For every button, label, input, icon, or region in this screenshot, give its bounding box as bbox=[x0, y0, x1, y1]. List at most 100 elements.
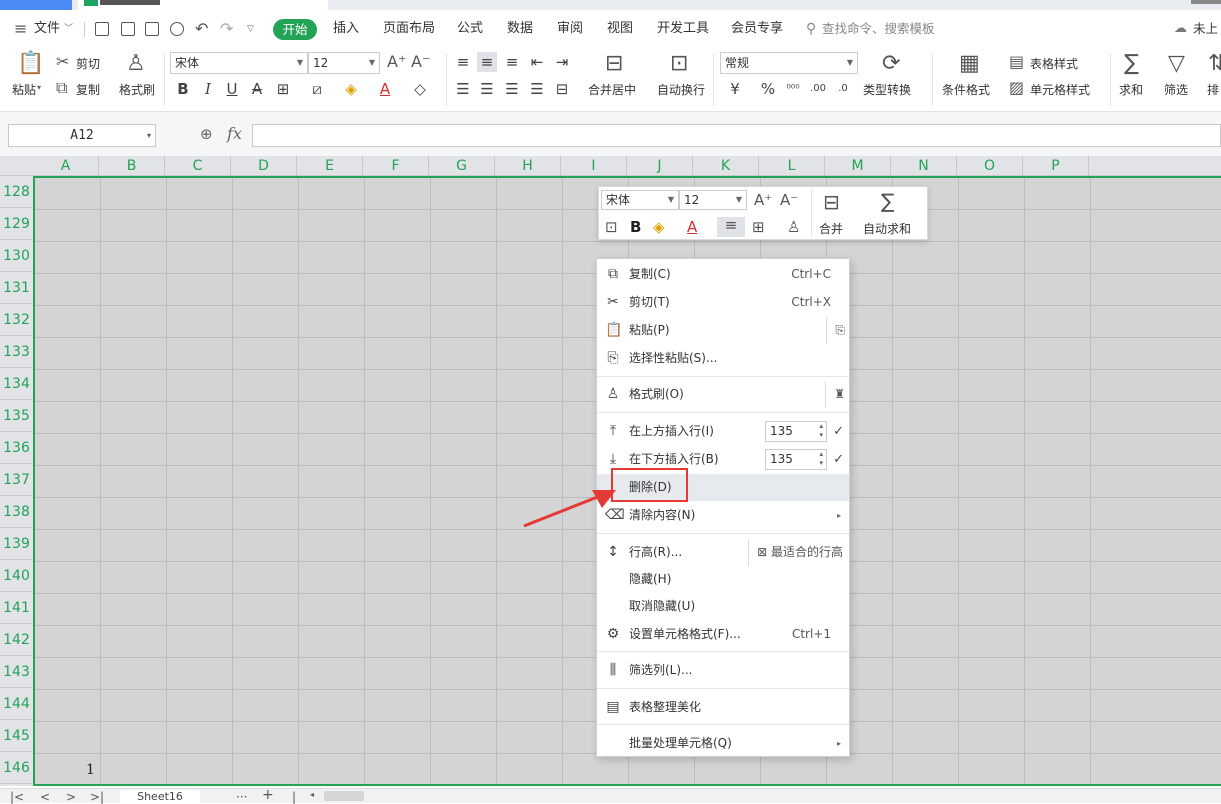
bold-icon[interactable]: B bbox=[630, 219, 641, 235]
first-sheet-icon[interactable]: |< bbox=[10, 790, 24, 804]
align-middle-icon[interactable]: ≡ bbox=[717, 217, 745, 237]
row-header-141[interactable]: 141 bbox=[0, 592, 33, 624]
cell-a146-value[interactable]: 1 bbox=[86, 762, 95, 778]
tab-insert[interactable]: 插入 bbox=[333, 10, 359, 48]
row-header-142[interactable]: 142 bbox=[0, 624, 33, 656]
column-header-a[interactable]: A bbox=[33, 156, 99, 176]
table-style-button[interactable]: 表格样式 bbox=[1030, 55, 1078, 72]
column-header-c[interactable]: C bbox=[165, 156, 231, 176]
row-header-128[interactable]: 128 bbox=[0, 176, 33, 208]
align-left-icon[interactable]: ☰ bbox=[453, 79, 473, 99]
paste-icon[interactable]: 📋 bbox=[17, 53, 44, 75]
row-header-132[interactable]: 132 bbox=[0, 304, 33, 336]
quick-access-more-icon[interactable]: ▽ bbox=[247, 10, 254, 48]
add-sheet-icon[interactable]: + bbox=[262, 787, 274, 803]
menu-item-hide[interactable]: 隐藏(H) bbox=[597, 566, 849, 593]
cut-button[interactable]: 剪切 bbox=[76, 55, 100, 72]
next-sheet-icon[interactable]: > bbox=[66, 790, 76, 804]
filter-icon[interactable]: ▽ bbox=[1168, 53, 1185, 75]
justify-icon[interactable]: ☰ bbox=[527, 79, 547, 99]
chevron-down-icon[interactable]: ▾ bbox=[37, 83, 41, 92]
row-header-136[interactable]: 136 bbox=[0, 432, 33, 464]
more-sheets-icon[interactable]: ··· bbox=[236, 790, 247, 804]
format-painter-button[interactable]: 格式刷 bbox=[119, 81, 155, 98]
font-color-icon[interactable]: A bbox=[687, 219, 697, 235]
wrap-text-icon[interactable]: ⊡ bbox=[605, 219, 618, 235]
row-header-129[interactable]: 129 bbox=[0, 208, 33, 240]
format-painter-lock-icon[interactable]: ♜ bbox=[825, 381, 845, 408]
column-header-n[interactable]: N bbox=[891, 156, 957, 176]
undo-icon[interactable]: ↶ bbox=[195, 10, 208, 48]
font-size-select[interactable]: 12 ▼ bbox=[308, 52, 380, 74]
increase-font-icon[interactable]: A⁺ bbox=[387, 54, 406, 70]
sort-button[interactable]: 排 bbox=[1207, 81, 1219, 98]
eraser-icon[interactable]: ◇ bbox=[410, 79, 430, 99]
italic-icon[interactable]: I bbox=[198, 79, 218, 99]
paste-options-icon[interactable]: ⎘ bbox=[826, 317, 845, 344]
menu-item-beautify-table[interactable]: ▤ 表格整理美化 bbox=[597, 694, 849, 721]
tab-membership[interactable]: 会员专享 bbox=[731, 10, 783, 48]
table-style-icon[interactable]: ▤ bbox=[1009, 54, 1024, 70]
sort-icon[interactable]: ⇅ bbox=[1208, 53, 1221, 75]
cell-style-icon[interactable]: ⧄ bbox=[307, 79, 327, 99]
sum-button[interactable]: 求和 bbox=[1119, 81, 1143, 98]
row-header-130[interactable]: 130 bbox=[0, 240, 33, 272]
column-header-m[interactable]: M bbox=[825, 156, 891, 176]
column-header-e[interactable]: E bbox=[297, 156, 363, 176]
tab-page-layout[interactable]: 页面布局 bbox=[383, 10, 435, 48]
tab-view[interactable]: 视图 bbox=[607, 10, 633, 48]
wrap-text-icon[interactable]: ⊡ bbox=[670, 53, 688, 75]
scissors-icon[interactable]: ✂ bbox=[56, 54, 69, 70]
menu-item-format-painter[interactable]: ♙ 格式刷(O) ♜ bbox=[597, 381, 849, 408]
column-header-p[interactable]: P bbox=[1023, 156, 1089, 176]
border-icon[interactable]: ⊞ bbox=[752, 219, 765, 235]
tab-review[interactable]: 审阅 bbox=[557, 10, 583, 48]
column-header-j[interactable]: J bbox=[627, 156, 693, 176]
column-header-l[interactable]: L bbox=[759, 156, 825, 176]
column-header-i[interactable]: I bbox=[561, 156, 627, 176]
cloud-icon[interactable]: ☁ bbox=[1174, 10, 1187, 48]
file-menu[interactable]: 文件 bbox=[34, 10, 60, 48]
tab-data[interactable]: 数据 bbox=[507, 10, 533, 48]
merge-center-button[interactable]: 合并居中 bbox=[588, 81, 636, 98]
export-pdf-icon[interactable] bbox=[121, 22, 135, 36]
font-name-select[interactable]: 宋体 ▼ bbox=[170, 52, 308, 74]
menu-item-insert-row-above[interactable]: ⤒ 在上方插入行(I) 135 ▴ ▾ ✓ bbox=[597, 418, 849, 445]
tab-formulas[interactable]: 公式 bbox=[457, 10, 483, 48]
column-header-f[interactable]: F bbox=[363, 156, 429, 176]
wrap-text-button[interactable]: 自动换行 bbox=[657, 81, 705, 98]
tab-home[interactable]: 开始 bbox=[273, 19, 317, 40]
menu-item-batch-process[interactable]: 批量处理单元格(Q) ▸ bbox=[597, 730, 849, 757]
percent-icon[interactable]: % bbox=[758, 79, 778, 99]
format-painter-icon[interactable]: ♙ bbox=[787, 219, 800, 235]
indent-decrease-icon[interactable]: ⇤ bbox=[527, 52, 547, 72]
conditional-format-button[interactable]: 条件格式 bbox=[942, 81, 990, 98]
column-header-o[interactable]: O bbox=[957, 156, 1023, 176]
menu-item-paste-special[interactable]: ⎘ 选择性粘贴(S)... bbox=[597, 345, 849, 372]
menu-item-copy[interactable]: ⧉ 复制(C) Ctrl+C bbox=[597, 261, 849, 288]
confirm-check-icon[interactable]: ✓ bbox=[833, 418, 844, 445]
number-format-select[interactable]: 常规 ▼ bbox=[720, 52, 858, 74]
row-header-137[interactable]: 137 bbox=[0, 464, 33, 496]
underline-icon[interactable]: U bbox=[222, 79, 242, 99]
cell-style-button[interactable]: 单元格样式 bbox=[1030, 81, 1090, 98]
decrease-decimal-icon[interactable]: .0 bbox=[833, 79, 853, 99]
align-right-icon[interactable]: ☰ bbox=[502, 79, 522, 99]
currency-icon[interactable]: ¥ bbox=[725, 79, 745, 99]
type-convert-icon[interactable]: ⟳ bbox=[882, 53, 900, 75]
copy-icon[interactable]: ⧉ bbox=[56, 80, 67, 96]
distribute-icon[interactable]: ⊟ bbox=[552, 79, 572, 99]
column-header-h[interactable]: H bbox=[495, 156, 561, 176]
home-tab-strip[interactable] bbox=[0, 0, 72, 10]
redo-icon[interactable]: ↷ bbox=[220, 10, 233, 48]
sheet-tab-active[interactable]: Sheet16 bbox=[120, 790, 200, 803]
horizontal-scrollbar[interactable] bbox=[324, 791, 364, 801]
decrease-font-icon[interactable]: A⁻ bbox=[780, 192, 798, 208]
column-header-g[interactable]: G bbox=[429, 156, 495, 176]
row-header-131[interactable]: 131 bbox=[0, 272, 33, 304]
menu-item-clear-contents[interactable]: ⌫ 清除内容(N) ▸ bbox=[597, 502, 849, 529]
print-preview-icon[interactable] bbox=[170, 22, 184, 36]
row-header-145[interactable]: 145 bbox=[0, 720, 33, 752]
merge-center-icon[interactable]: ⊟ bbox=[605, 53, 623, 75]
row-header-144[interactable]: 144 bbox=[0, 688, 33, 720]
